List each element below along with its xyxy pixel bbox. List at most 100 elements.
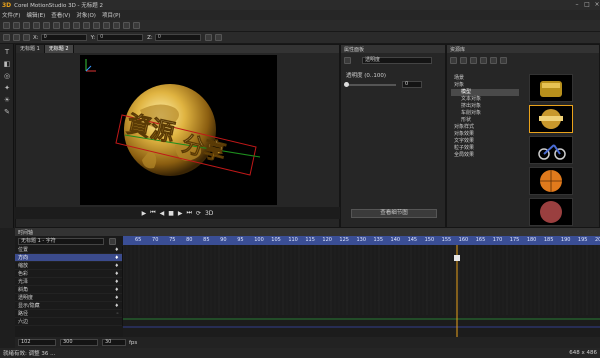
menu-view[interactable]: 查看(V) <box>51 11 70 19</box>
timeline-settings-icon[interactable] <box>109 237 116 245</box>
track-row[interactable]: 缩放 ♦ <box>15 262 122 270</box>
keyframe-grid <box>122 245 600 337</box>
tree-item[interactable]: 文字效果 <box>451 138 519 145</box>
lib-delete-icon[interactable] <box>470 56 477 64</box>
3d-toggle[interactable]: 3D <box>205 210 213 217</box>
lib-import-icon[interactable] <box>480 56 487 64</box>
edit-tool-icon[interactable]: ✎ <box>3 108 11 116</box>
track-row[interactable]: 光泽 ♦ <box>15 278 122 286</box>
minimize-button[interactable]: – <box>574 2 580 8</box>
text-tool-icon[interactable]: T <box>3 48 11 56</box>
opacity-label: 透明度 (0..100) <box>346 73 387 79</box>
fps-input[interactable]: 30 <box>102 339 126 346</box>
move-icon[interactable] <box>3 34 10 41</box>
ruler-tick-label: 115 <box>305 237 315 243</box>
track-row[interactable]: 显示/隐藏 ♦ <box>15 302 122 310</box>
3d-viewport[interactable]: 資源 分享 <box>80 55 277 205</box>
maximize-button[interactable]: □ <box>584 2 590 8</box>
loop-icon[interactable]: ⟳ <box>196 210 201 217</box>
timeline-keyframe-area[interactable] <box>122 245 600 337</box>
open-icon[interactable] <box>13 22 20 29</box>
tree-item[interactable]: 场景 <box>451 75 519 82</box>
y-input[interactable]: 0 <box>97 34 144 41</box>
light-icon[interactable] <box>103 22 110 29</box>
x-input[interactable]: 0 <box>40 34 87 41</box>
thumbnail-gold-text[interactable] <box>529 74 573 102</box>
tree-item[interactable]: 文本对象 <box>451 96 519 103</box>
new-icon[interactable] <box>3 22 10 29</box>
total-frames-input[interactable]: 300 <box>60 339 98 346</box>
lib-home-icon[interactable] <box>450 56 457 64</box>
export-icon[interactable] <box>133 22 140 29</box>
thumbnail-basketball[interactable] <box>529 167 573 195</box>
lib-add-icon[interactable] <box>460 56 467 64</box>
particle-tool-icon[interactable]: ✦ <box>3 84 11 92</box>
redo-icon[interactable] <box>43 22 50 29</box>
main-toolbar <box>0 20 600 32</box>
tree-item[interactable]: 对象 <box>451 82 519 89</box>
library-tree: 场景 对象 模型 文本对象 挤出对象 车削对象 形状 对象样式 对象效果 文字效… <box>451 75 519 159</box>
tree-item[interactable]: 对象效果 <box>451 131 519 138</box>
properties-dropdown[interactable]: 透明度 <box>362 56 432 64</box>
track-row[interactable]: 色彩 ♦ <box>15 270 122 278</box>
tree-item[interactable]: 粒子效果 <box>451 145 519 152</box>
menu-object[interactable]: 对象(O) <box>76 11 96 19</box>
menu-file[interactable]: 文件(F) <box>2 11 20 19</box>
prop-tool-icon[interactable] <box>344 56 351 64</box>
undo-icon[interactable] <box>33 22 40 29</box>
lock-icon[interactable] <box>204 34 212 41</box>
prev-frame-icon[interactable]: ◀ <box>160 210 165 217</box>
thumbnail-gold-globe[interactable] <box>529 105 573 133</box>
close-button[interactable]: × <box>594 2 600 8</box>
light-tool-icon[interactable]: ☀ <box>3 96 11 104</box>
tree-item[interactable]: 形状 <box>451 117 519 124</box>
track-row[interactable]: 六边 <box>15 318 122 326</box>
menu-edit[interactable]: 编辑(E) <box>26 11 45 19</box>
tab-doc1[interactable]: 无标题 1 <box>16 45 45 53</box>
tree-item[interactable]: 对象样式 <box>451 124 519 131</box>
tab-doc2[interactable]: 无标题 2 <box>44 45 74 53</box>
next-frame-icon[interactable]: ▶ <box>178 210 183 217</box>
first-frame-icon[interactable]: ⏮ <box>150 209 155 217</box>
timeline-ruler[interactable]: 65 70 75 80 85 90 95 100 105 110 115 120 125 130 135 14… <box>123 236 600 245</box>
shape-icon[interactable] <box>93 22 100 29</box>
stop-icon[interactable]: ■ <box>168 210 174 217</box>
x-label: X: <box>33 34 39 41</box>
tree-item-selected[interactable]: 模型 <box>451 89 519 96</box>
copy-icon[interactable] <box>63 22 70 29</box>
play-icon[interactable]: ▶ <box>142 210 147 217</box>
ruler-tick-label: 65 <box>135 237 142 243</box>
save-icon[interactable] <box>23 22 30 29</box>
last-frame-icon[interactable]: ⏭ <box>187 209 192 217</box>
track-row[interactable]: 位置 ♦ <box>15 246 122 254</box>
timeline-object-dropdown[interactable]: 无标题 1 - 字符 <box>18 237 104 245</box>
track-row[interactable]: 路径 ◦ <box>15 310 122 318</box>
thumbnail-sphere[interactable] <box>529 198 573 226</box>
extrude-tool-icon[interactable]: ◧ <box>3 60 11 68</box>
lathe-tool-icon[interactable]: ◎ <box>3 72 11 80</box>
tree-item[interactable]: 挤出对象 <box>451 103 519 110</box>
opacity-input[interactable]: 0 <box>402 81 422 88</box>
scale-icon[interactable] <box>23 34 30 41</box>
track-row-selected[interactable]: 方向 ♦ <box>15 254 122 262</box>
reset-icon[interactable] <box>214 34 222 41</box>
tree-item[interactable]: 全局效果 <box>451 152 519 159</box>
thumbnail-tricycle[interactable] <box>529 136 573 164</box>
rotate-icon[interactable] <box>13 34 20 41</box>
text-icon[interactable] <box>83 22 90 29</box>
menu-project[interactable]: 项目(P) <box>102 11 121 19</box>
lib-export-icon[interactable] <box>490 56 497 64</box>
cut-icon[interactable] <box>53 22 60 29</box>
menu-bar: 文件(F) 编辑(E) 查看(V) 对象(O) 项目(P) <box>0 10 600 20</box>
current-frame-input[interactable]: 102 <box>18 339 56 346</box>
paste-icon[interactable] <box>73 22 80 29</box>
z-input[interactable]: 0 <box>154 34 201 41</box>
render-icon[interactable] <box>123 22 130 29</box>
opacity-slider[interactable] <box>344 81 396 87</box>
lib-view-icon[interactable] <box>500 56 507 64</box>
camera-icon[interactable] <box>113 22 120 29</box>
track-row[interactable]: 透明度 ♦ <box>15 294 122 302</box>
tree-item[interactable]: 车削对象 <box>451 110 519 117</box>
track-row[interactable]: 斜角 ♦ <box>15 286 122 294</box>
view-detail-button[interactable]: 查看细节图 <box>351 209 437 218</box>
